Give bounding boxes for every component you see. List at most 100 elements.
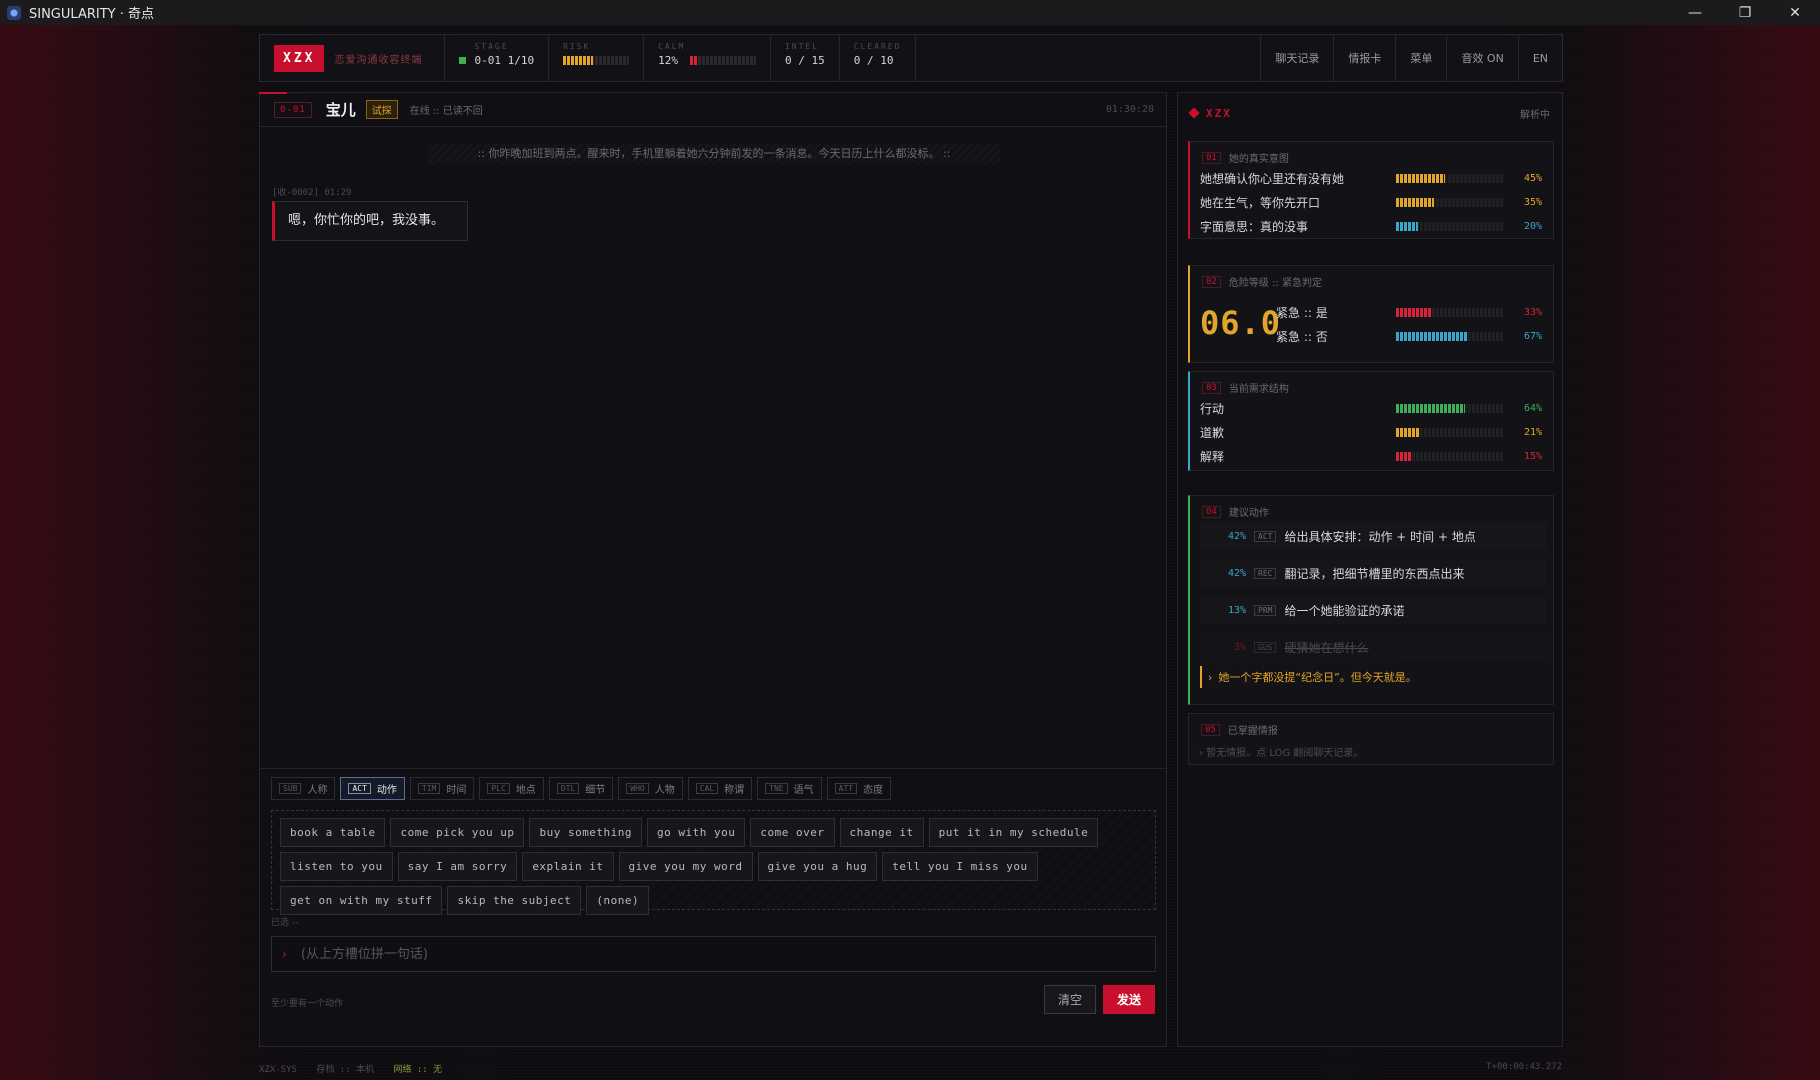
selected-slots: 已选 -- — [271, 918, 299, 928]
row-label: 道歉 — [1200, 425, 1225, 440]
suggestion-item[interactable]: 42% ACT 给出具体安排：动作 + 时间 + 地点 — [1200, 522, 1546, 550]
chip-option[interactable]: change it — [839, 818, 924, 847]
status-badge: 试探 — [365, 100, 398, 119]
restore-button[interactable]: ❐ — [1720, 0, 1770, 25]
chip-option[interactable]: get on with my stuff — [280, 886, 443, 915]
stage-label: STAGE — [474, 42, 509, 51]
chip-option[interactable]: say I am sorry — [397, 852, 518, 881]
card-number: 01 — [1202, 151, 1221, 164]
tab-label: 人物 — [654, 785, 675, 796]
suggestion-item[interactable]: 3% GUS 硬猜她在想什么 — [1200, 633, 1546, 661]
chip-option[interactable]: listen to you — [280, 852, 393, 881]
chip-option[interactable]: buy something — [529, 818, 643, 847]
risk-bar — [563, 56, 630, 65]
tab-sub[interactable]: SUB 人称 — [271, 777, 336, 800]
chip-option[interactable]: tell you I miss you — [882, 852, 1038, 881]
nav-menu[interactable]: 菜单 — [1395, 34, 1446, 82]
tab-code: WHO — [626, 783, 649, 794]
clear-button[interactable]: 清空 — [1044, 985, 1096, 1014]
chip-option[interactable]: give you a hug — [757, 852, 878, 881]
row-percent: 35% — [1523, 196, 1542, 208]
need-row: 解释 15% — [1200, 446, 1546, 466]
row-bar — [1396, 403, 1504, 413]
needs-card: 03 当前需求结构 行动 64% 道歉 21% 解释 15% — [1188, 371, 1554, 471]
cleared-value: 0 / 10 — [853, 54, 894, 67]
row-percent: 45% — [1523, 172, 1542, 184]
urgency-row: 紧急 :: 否 67% — [1276, 326, 1546, 346]
card-number: 04 — [1202, 505, 1221, 518]
window-title: SINGULARITY · 奇点 — [29, 7, 154, 22]
tab-who[interactable]: WHO 人物 — [618, 777, 683, 800]
top-header: XZX 恋爱沟通收容终端 STAGE 0-01 1/10 RISK CALM 1… — [259, 34, 1563, 82]
row-percent: 33% — [1523, 306, 1542, 318]
chip-option[interactable]: give you my word — [618, 852, 753, 881]
nav-chat-log[interactable]: 聊天记录 — [1260, 34, 1333, 82]
tab-code: SUB — [279, 783, 302, 794]
suggestion-item[interactable]: 13% PRM 给一个她能验证的承诺 — [1200, 596, 1546, 624]
tab-tim[interactable]: TIM 时间 — [409, 777, 475, 800]
chip-option[interactable]: go with you — [647, 818, 746, 847]
chip-option[interactable]: skip the subject — [447, 886, 582, 915]
close-button[interactable]: ✕ — [1770, 0, 1820, 25]
row-percent: 67% — [1523, 330, 1542, 342]
chip-box: book a table come pick you up buy someth… — [271, 810, 1156, 915]
row-bar — [1396, 307, 1504, 317]
suggestion-percent: 3% — [1233, 641, 1246, 653]
minimize-button[interactable]: — — [1670, 0, 1720, 25]
chip-option[interactable]: come pick you up — [390, 818, 525, 847]
tab-tne[interactable]: TNE 语气 — [757, 777, 822, 800]
nav-sound-toggle[interactable]: 音效 ON — [1446, 34, 1517, 82]
tab-label: 态度 — [863, 785, 884, 796]
chip-option[interactable]: come over — [750, 818, 835, 847]
row-label: 解释 — [1200, 449, 1225, 464]
composer-hint: 至少要有一个动作 — [271, 999, 344, 1009]
card-title: 她的真实意图 — [1228, 154, 1289, 165]
row-bar — [1396, 451, 1504, 461]
sentence-input[interactable] — [300, 946, 1101, 962]
tab-plc[interactable]: PLC 地点 — [479, 777, 544, 800]
tab-label: 称谓 — [724, 785, 745, 796]
danger-card: 02 危险等级 :: 紧急判定 06.0 紧急 :: 是 33% 紧急 :: 否 67… — [1188, 265, 1554, 363]
sentence-input-box[interactable]: › — [271, 936, 1156, 972]
chip-option[interactable]: explain it — [522, 852, 614, 881]
row-percent: 21% — [1523, 426, 1542, 438]
tab-code: DTL — [556, 783, 580, 794]
footer-storage: 存档 :: 本机 — [316, 1065, 375, 1075]
app-icon — [7, 5, 21, 20]
tab-cal[interactable]: CAL 称谓 — [687, 777, 753, 800]
row-bar — [1396, 197, 1504, 207]
footer-system-id: XZX-SYS — [259, 1065, 297, 1075]
chip-option[interactable]: put it in my schedule — [928, 818, 1099, 847]
row-bar-fill — [1396, 451, 1412, 461]
tab-label: 人称 — [307, 785, 328, 796]
tab-code: CAL — [695, 783, 719, 794]
tab-att[interactable]: ATT 态度 — [826, 777, 892, 800]
card-title: 建议动作 — [1228, 508, 1269, 519]
row-percent: 20% — [1523, 220, 1542, 232]
suggestion-percent: 42% — [1227, 530, 1246, 542]
row-label: 紧急 :: 否 — [1276, 329, 1328, 344]
intel-card: 05 已掌握情报 › 暂无情报。点 LOG 翻阅聊天记录。 — [1188, 713, 1554, 765]
suggestion-item[interactable]: 42% REC 翻记录，把细节槽里的东西点出来 — [1200, 559, 1546, 587]
analysis-header: XZX 解析中 — [1178, 93, 1562, 133]
row-bar — [1396, 173, 1504, 183]
nav-language[interactable]: EN — [1517, 34, 1562, 82]
tab-label: 时间 — [446, 785, 467, 796]
row-bar-fill — [1396, 221, 1418, 231]
tab-act[interactable]: ACT 动作 — [340, 777, 405, 800]
stat-calm: CALM 12% — [643, 34, 770, 82]
analysis-status: 解析中 — [1520, 109, 1550, 121]
row-label: 她想确认你心里还有没有她 — [1200, 171, 1345, 186]
intel-empty-text: › 暂无情报。点 LOG 翻阅聊天记录。 — [1199, 748, 1364, 759]
nav-intel-card[interactable]: 情报卡 — [1333, 34, 1395, 82]
row-bar-fill — [1396, 173, 1445, 183]
chip-option[interactable]: book a table — [280, 818, 386, 847]
tab-label: 细节 — [585, 785, 606, 796]
tab-dtl[interactable]: DTL 细节 — [548, 777, 614, 800]
send-button[interactable]: 发送 — [1103, 985, 1155, 1014]
need-row: 行动 64% — [1200, 398, 1546, 418]
chat-header: 0-01 宝儿 试探 在线 :: 已读不回 01:30:28 — [259, 92, 1166, 127]
chip-option[interactable]: (none) — [586, 886, 650, 915]
risk-label: RISK — [563, 42, 591, 51]
stage-dot-icon — [459, 57, 467, 64]
